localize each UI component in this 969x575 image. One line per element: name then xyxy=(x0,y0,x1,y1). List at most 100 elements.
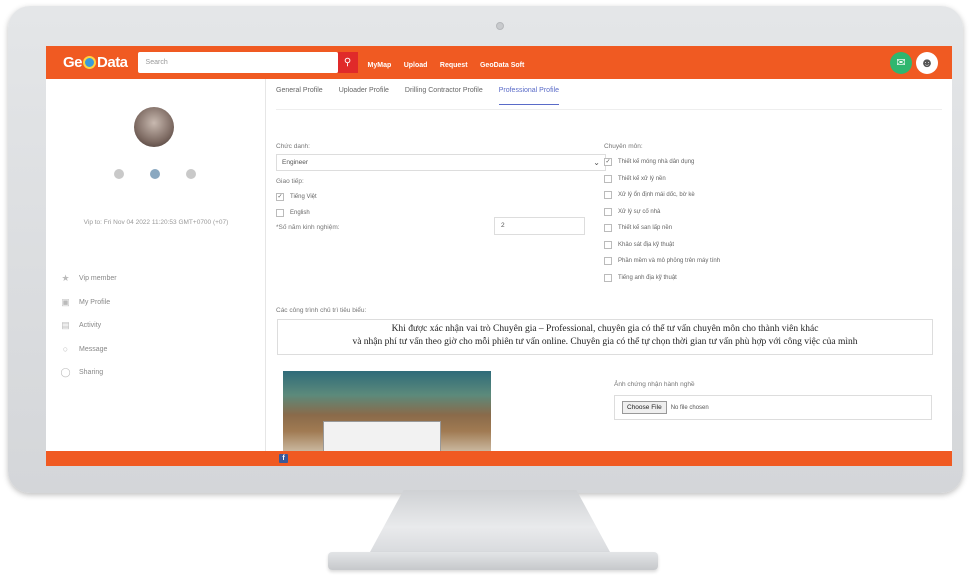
file-status: No file chosen xyxy=(670,404,709,411)
specialty-item-label: Xử lý sự cố nhà xyxy=(618,208,661,215)
search-icon: ⚲ xyxy=(343,57,352,68)
vip-expiry: Vip to: Fri Nov 04 2022 11:20:53 GMT+070… xyxy=(83,219,229,226)
specialty-item-label: Thiết kế san lấp nền xyxy=(618,225,673,231)
sidebar-item-label: Vip member xyxy=(79,275,117,283)
specialty-item-label: Khảo sát địa kỹ thuật xyxy=(618,241,675,248)
search-button[interactable]: ⚲ xyxy=(337,52,358,73)
specialty-checkbox[interactable]: ✓ Thiết kế móng nhà dân dụng xyxy=(604,158,694,166)
checkbox-icon xyxy=(604,207,612,216)
social-dot-icon[interactable] xyxy=(114,169,124,179)
preview-document xyxy=(323,421,441,451)
monitor-frame: Ge Data Search ⚲ MyMap Upload Request Geo… xyxy=(8,6,963,493)
projects-textarea[interactable]: Khi được xác nhận vai trò Chuyên gia – P… xyxy=(277,319,933,355)
checkbox-icon xyxy=(604,257,612,265)
message-icon: ○ xyxy=(62,344,69,355)
specialty-item-label: Xử lý ổn định mái dốc, bờ kè xyxy=(618,192,695,198)
specialty-checkbox[interactable]: Phần mềm và mô phỏng trên máy tính xyxy=(604,257,720,265)
specialty-label: Chuyên môn: xyxy=(604,143,643,150)
sidebar-item-message[interactable]: ○ Message xyxy=(60,338,117,362)
checkbox-icon xyxy=(604,174,612,183)
project-preview-image xyxy=(283,371,491,451)
skype-icon[interactable] xyxy=(150,169,160,179)
title-value: Engineer xyxy=(282,159,309,166)
specialty-item-label: Thiết kế xử lý nền xyxy=(618,175,666,182)
search-input[interactable]: Search xyxy=(137,52,338,73)
lang-checkbox-english[interactable]: English xyxy=(276,209,310,217)
lang-label: Tiếng Việt xyxy=(290,194,317,200)
footer: f xyxy=(46,451,952,466)
specialty-item-label: Thiết kế móng nhà dân dụng xyxy=(618,159,695,165)
tab-professional-profile[interactable]: Professional Profile xyxy=(498,87,560,105)
specialty-checkbox[interactable]: Tiếng anh địa kỹ thuật xyxy=(604,273,677,282)
specialty-item-label: Phần mềm và mô phỏng trên máy tính xyxy=(618,258,721,264)
sidebar-item-activity[interactable]: ▤ Activity xyxy=(60,314,117,338)
activity-icon: ▤ xyxy=(61,320,70,331)
checkbox-icon xyxy=(604,273,612,282)
logo[interactable]: Ge Data xyxy=(63,54,128,71)
social-dot-icon[interactable] xyxy=(186,169,196,179)
chat-icon[interactable]: ✉ xyxy=(890,51,912,74)
specialty-checkbox[interactable]: Xử lý ổn định mái dốc, bờ kè xyxy=(604,191,695,199)
specialty-checkbox[interactable]: Thiết kế san lấp nền xyxy=(604,224,672,232)
camera-icon xyxy=(496,22,504,30)
globe-icon xyxy=(83,56,97,69)
tabs-divider xyxy=(276,109,942,110)
specialty-checkbox[interactable]: Khảo sát địa kỹ thuật xyxy=(604,240,675,249)
nav-upload[interactable]: Upload xyxy=(404,62,428,69)
projects-text-line: và nhận phí tư vấn theo giờ cho mỗi phiê… xyxy=(352,337,858,347)
sidebar-item-vip-member[interactable]: ★ Vip member xyxy=(60,267,117,291)
facebook-icon[interactable]: f xyxy=(279,454,288,463)
nav-mymap[interactable]: MyMap xyxy=(368,62,392,69)
specialty-item-label: Tiếng anh địa kỹ thuật xyxy=(618,274,677,281)
checkbox-icon xyxy=(604,224,612,232)
projects-label: Các công trình chủ trì tiêu biểu: xyxy=(276,307,367,314)
sidebar: Vip to: Fri Nov 04 2022 11:20:53 GMT+070… xyxy=(46,79,266,451)
language-label: Giao tiếp: xyxy=(276,178,304,185)
checkbox-icon xyxy=(276,209,284,217)
specialty-checkbox[interactable]: Thiết kế xử lý nền xyxy=(604,174,666,183)
monitor-base xyxy=(328,552,658,570)
checkbox-checked-icon: ✓ xyxy=(604,158,612,166)
lang-checkbox-vietnamese[interactable]: ✓ Tiếng Việt xyxy=(276,193,317,201)
main-content: General Profile Uploader Profile Drillin… xyxy=(267,79,952,451)
nav-geodata-soft[interactable]: GeoData Soft xyxy=(480,62,524,69)
star-icon: ★ xyxy=(61,273,70,284)
lang-label: English xyxy=(290,210,310,216)
title-label: Chức danh: xyxy=(276,143,310,150)
checkbox-icon xyxy=(604,191,612,199)
tab-uploader-profile[interactable]: Uploader Profile xyxy=(339,87,389,105)
choose-file-button[interactable]: Choose File xyxy=(622,401,667,414)
sidebar-item-sharing[interactable]: ◯ Sharing xyxy=(60,361,117,385)
footer-social: f xyxy=(279,454,288,463)
sidebar-menu: ★ Vip member ▣ My Profile ▤ Activity ○ Messa… xyxy=(60,267,117,385)
years-label: *Số năm kinh nghiệm: xyxy=(276,224,340,231)
nav-request[interactable]: Request xyxy=(440,62,468,69)
main-nav: MyMap Upload Request GeoData Soft xyxy=(368,54,533,72)
sidebar-item-label: Message xyxy=(79,345,108,353)
years-input[interactable]: 2 xyxy=(494,217,585,235)
certificate-label: Ảnh chứng nhận hành nghề xyxy=(614,381,695,388)
certificate-file-input[interactable]: Choose File No file chosen xyxy=(614,395,932,420)
profile-icon: ▣ xyxy=(61,296,70,307)
checkbox-checked-icon: ✓ xyxy=(276,193,284,201)
sharing-icon: ◯ xyxy=(60,367,71,378)
checkbox-icon xyxy=(604,240,612,249)
title-select[interactable]: Engineer ⌄ xyxy=(276,154,606,171)
header-icons: ✉ ☻ xyxy=(890,51,938,74)
tab-drilling-contractor-profile[interactable]: Drilling Contractor Profile xyxy=(405,87,483,105)
chevron-down-icon: ⌄ xyxy=(593,158,600,167)
screen: Ge Data Search ⚲ MyMap Upload Request Geo… xyxy=(46,46,952,466)
social-links xyxy=(114,169,196,179)
profile-avatar xyxy=(134,107,174,147)
sidebar-item-label: Sharing xyxy=(79,369,104,377)
projects-text-line: Khi được xác nhận vai trò Chuyên gia – P… xyxy=(391,324,819,334)
sidebar-item-label: My Profile xyxy=(79,298,111,306)
sidebar-item-label: Activity xyxy=(79,322,102,330)
sidebar-item-my-profile[interactable]: ▣ My Profile xyxy=(60,291,117,315)
monitor-stand xyxy=(370,490,610,552)
top-header: Ge Data Search ⚲ MyMap Upload Request Geo… xyxy=(46,46,952,79)
profile-tabs: General Profile Uploader Profile Drillin… xyxy=(276,87,560,105)
user-avatar[interactable]: ☻ xyxy=(916,51,938,74)
specialty-checkbox[interactable]: Xử lý sự cố nhà xyxy=(604,207,661,216)
tab-general-profile[interactable]: General Profile xyxy=(276,87,323,105)
